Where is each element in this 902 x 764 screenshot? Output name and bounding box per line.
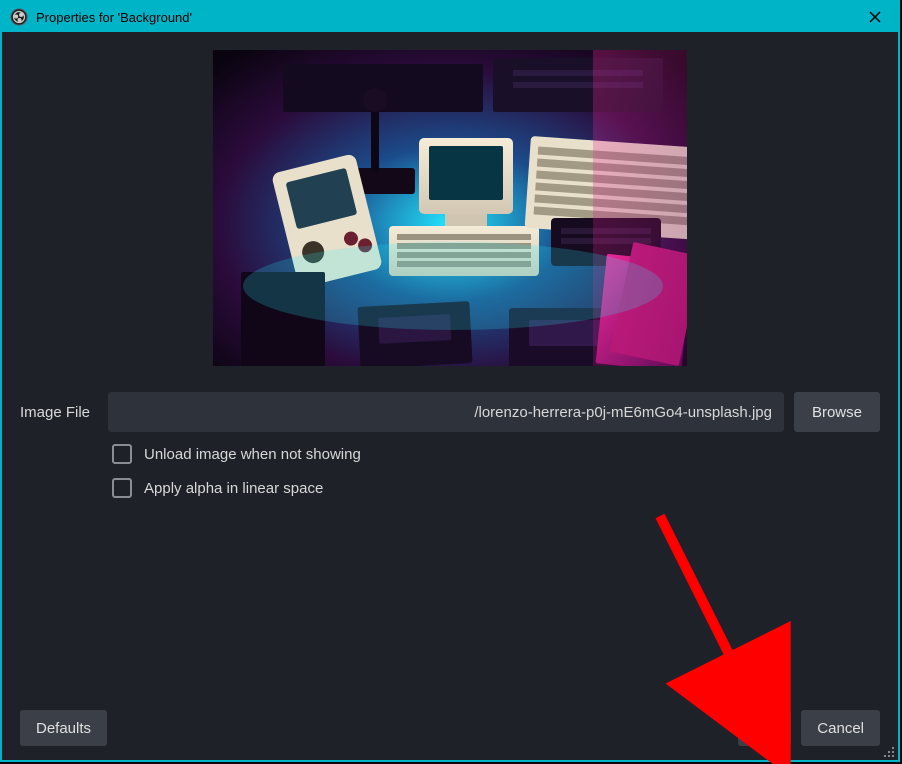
image-preview bbox=[213, 50, 687, 366]
dialog-content: Image File /lorenzo-herrera-p0j-mE6mGo4-… bbox=[2, 32, 898, 710]
window-title: Properties for 'Background' bbox=[36, 10, 860, 25]
cancel-button[interactable]: Cancel bbox=[801, 710, 880, 746]
image-file-value: /lorenzo-herrera-p0j-mE6mGo4-unsplash.jp… bbox=[474, 404, 772, 421]
unload-checkbox-row: Unload image when not showing bbox=[112, 444, 880, 464]
dialog-footer: Defaults OK Cancel bbox=[2, 710, 898, 760]
obs-icon bbox=[10, 8, 28, 26]
alpha-checkbox[interactable] bbox=[112, 478, 132, 498]
unload-checkbox-label[interactable]: Unload image when not showing bbox=[144, 446, 361, 463]
ok-button[interactable]: OK bbox=[738, 710, 792, 746]
defaults-button[interactable]: Defaults bbox=[20, 710, 107, 746]
alpha-checkbox-label[interactable]: Apply alpha in linear space bbox=[144, 480, 323, 497]
titlebar[interactable]: Properties for 'Background' bbox=[2, 2, 898, 32]
properties-dialog: Properties for 'Background' bbox=[0, 0, 900, 762]
unload-checkbox[interactable] bbox=[112, 444, 132, 464]
image-file-row: Image File /lorenzo-herrera-p0j-mE6mGo4-… bbox=[20, 392, 880, 432]
alpha-checkbox-row: Apply alpha in linear space bbox=[112, 478, 880, 498]
resize-grip[interactable] bbox=[884, 746, 896, 758]
close-icon bbox=[868, 10, 882, 24]
image-file-label: Image File bbox=[20, 404, 108, 421]
browse-button[interactable]: Browse bbox=[794, 392, 880, 432]
preview-area bbox=[20, 50, 880, 366]
image-file-input[interactable]: /lorenzo-herrera-p0j-mE6mGo4-unsplash.jp… bbox=[108, 392, 784, 432]
close-button[interactable] bbox=[860, 2, 890, 32]
